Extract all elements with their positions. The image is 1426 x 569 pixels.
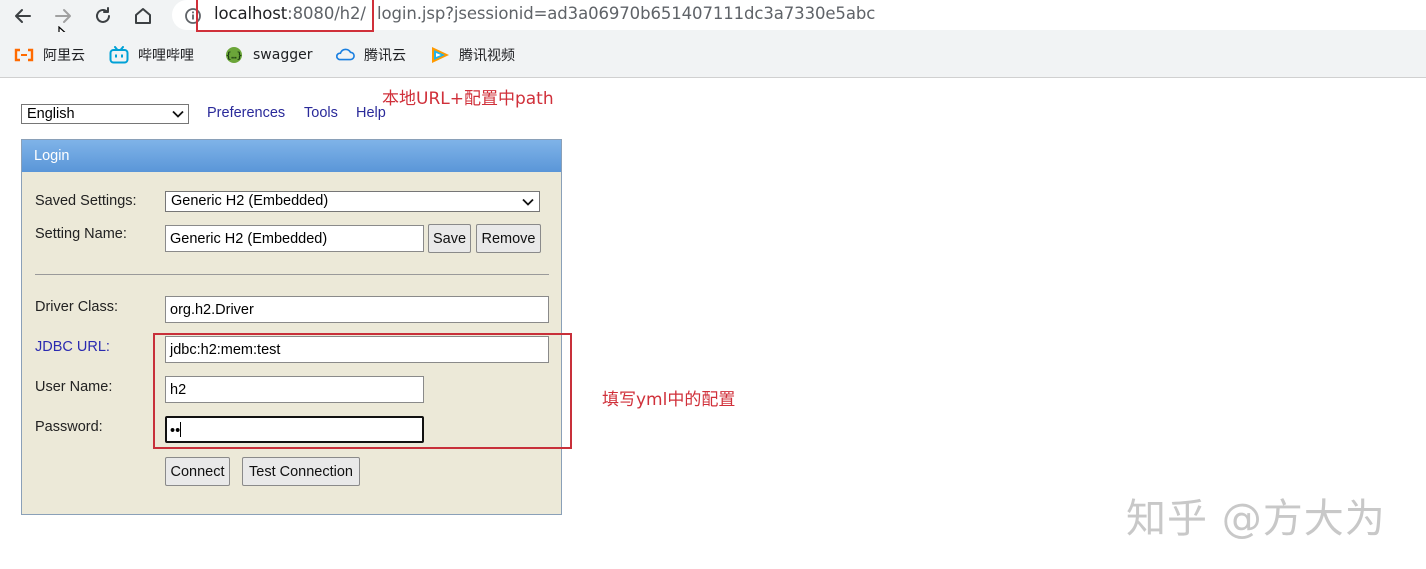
jdbc-url-label[interactable]: JDBC URL:: [35, 339, 110, 355]
reload-button[interactable]: [89, 2, 117, 30]
bookmark-label: 哔哩哔哩: [138, 48, 194, 64]
saved-settings-value: Generic H2 (Embedded): [171, 193, 329, 209]
annotation-config-note: 填写yml中的配置: [602, 390, 736, 410]
setting-name-label: Setting Name:: [35, 226, 127, 242]
tools-link[interactable]: Tools: [304, 105, 338, 121]
svg-text:{…}: {…}: [226, 52, 242, 62]
preferences-link[interactable]: Preferences: [207, 105, 285, 121]
bookmark-label: 腾讯视频: [459, 48, 515, 64]
connect-button[interactable]: Connect: [165, 457, 230, 486]
bookmark-aliyun[interactable]: 阿里云: [14, 45, 85, 65]
password-label: Password:: [35, 419, 103, 435]
bookmark-swagger[interactable]: {…} swagger: [224, 45, 312, 65]
bookmark-label: 腾讯云: [364, 48, 406, 64]
bookmark-bilibili[interactable]: 哔哩哔哩: [109, 45, 194, 65]
bookmark-tencent-cloud[interactable]: 腾讯云: [335, 45, 406, 65]
browser-toolbar: localhost:8080/h2/ login.jsp?jsessionid=…: [0, 0, 1426, 32]
watermark: 知乎 @方大为: [1126, 496, 1386, 542]
divider: [35, 274, 549, 275]
driver-class-label: Driver Class:: [35, 299, 118, 315]
url-annotation-box: [196, 0, 374, 32]
tencent-video-icon: [430, 45, 450, 65]
url-query[interactable]: login.jsp?jsessionid=ad3a06970b651407111…: [377, 4, 875, 23]
bookmark-tencent-video[interactable]: 腾讯视频: [430, 45, 515, 65]
login-panel: Login Saved Settings: Generic H2 (Embedd…: [21, 139, 562, 515]
swagger-icon: {…}: [224, 45, 244, 65]
driver-class-input[interactable]: org.h2.Driver: [165, 296, 549, 323]
saved-settings-label: Saved Settings:: [35, 193, 137, 209]
saved-settings-select[interactable]: Generic H2 (Embedded): [165, 191, 540, 212]
bookmark-label: swagger: [253, 47, 313, 63]
bookmark-label: 阿里云: [43, 48, 85, 64]
reload-icon: [96, 7, 110, 23]
annotation-config-box: [153, 333, 572, 449]
arrow-left-icon: [15, 9, 31, 23]
aliyun-icon: [14, 45, 34, 65]
tencent-cloud-icon: [335, 45, 355, 65]
arrow-right-icon: [55, 9, 71, 23]
setting-name-input[interactable]: Generic H2 (Embedded): [165, 225, 424, 252]
login-title: Login: [22, 140, 561, 172]
language-value: English: [27, 106, 75, 122]
remove-button[interactable]: Remove: [476, 224, 541, 253]
bilibili-icon: [109, 45, 129, 65]
user-name-label: User Name:: [35, 379, 113, 395]
annotation-url-note: 本地URL+配置中path: [382, 89, 554, 109]
bookmarks-bar: 阿里云 哔哩哔哩 {…} swagger 腾讯云 腾讯视频: [0, 32, 1426, 78]
chevron-down-icon: [172, 110, 184, 118]
language-select[interactable]: English: [21, 104, 189, 124]
test-connection-button[interactable]: Test Connection: [242, 457, 360, 486]
home-icon: [135, 8, 151, 24]
save-button[interactable]: Save: [428, 224, 471, 253]
chevron-down-icon: [522, 198, 534, 206]
back-button[interactable]: [9, 2, 37, 30]
home-button[interactable]: [129, 2, 157, 30]
